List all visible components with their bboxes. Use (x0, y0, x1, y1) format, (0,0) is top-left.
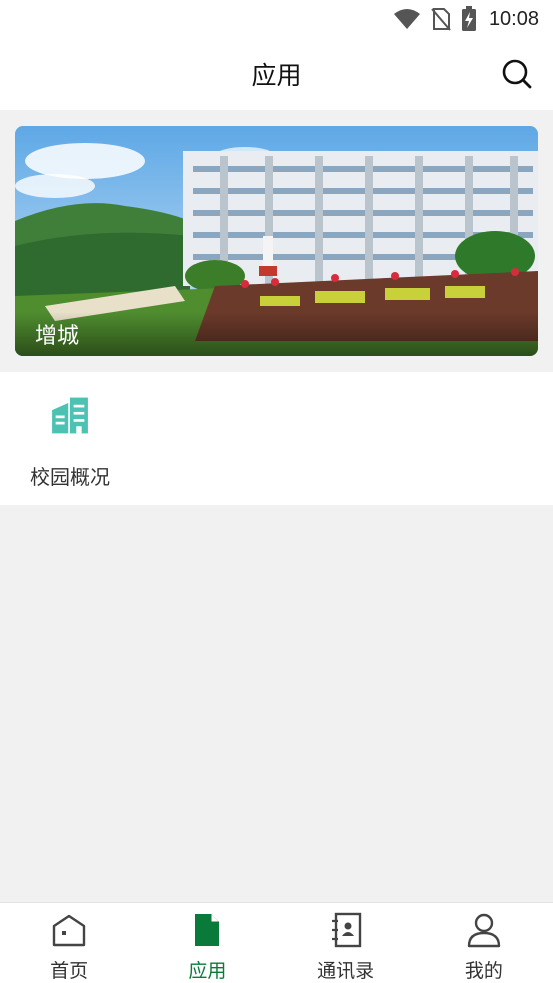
wifi-icon (393, 8, 421, 30)
app-tile-campus-overview[interactable]: 校园概况 (14, 390, 126, 490)
contacts-book-icon (331, 912, 361, 948)
bottom-nav: 首页 应用 通讯录 我的 (0, 902, 553, 983)
building-icon (52, 397, 88, 434)
app-grid: 校园概况 (0, 372, 553, 505)
page-title: 应用 (251, 61, 302, 90)
nav-label-apps: 应用 (188, 960, 227, 982)
banner-caption-text: 增城 (35, 324, 80, 349)
campus-banner[interactable]: 增城 (15, 126, 538, 356)
banner-area: 增城 (0, 110, 553, 372)
app-tile-label: 校园概况 (30, 465, 110, 489)
nav-item-me[interactable]: 我的 (415, 903, 553, 983)
search-icon (502, 59, 532, 89)
banner-caption: 增城 (15, 312, 538, 356)
person-icon (467, 913, 501, 948)
search-button[interactable] (499, 56, 535, 92)
status-bar: 10:08 (0, 0, 553, 38)
no-sim-icon (431, 7, 451, 31)
home-icon (52, 914, 86, 947)
app-screen: 10:08 应用 增城 校园概况 首页 应用 通讯录 我的 (0, 0, 553, 983)
nav-label-contacts: 通讯录 (317, 960, 375, 982)
nav-item-contacts[interactable]: 通讯录 (277, 903, 415, 983)
app-header: 应用 (0, 38, 553, 110)
nav-item-home[interactable]: 首页 (0, 903, 138, 983)
battery-charging-icon (461, 6, 477, 32)
nav-label-me: 我的 (464, 960, 503, 982)
document-icon (195, 914, 220, 946)
nav-label-home: 首页 (50, 960, 89, 982)
nav-item-apps[interactable]: 应用 (138, 903, 276, 983)
status-time: 10:08 (488, 7, 539, 30)
